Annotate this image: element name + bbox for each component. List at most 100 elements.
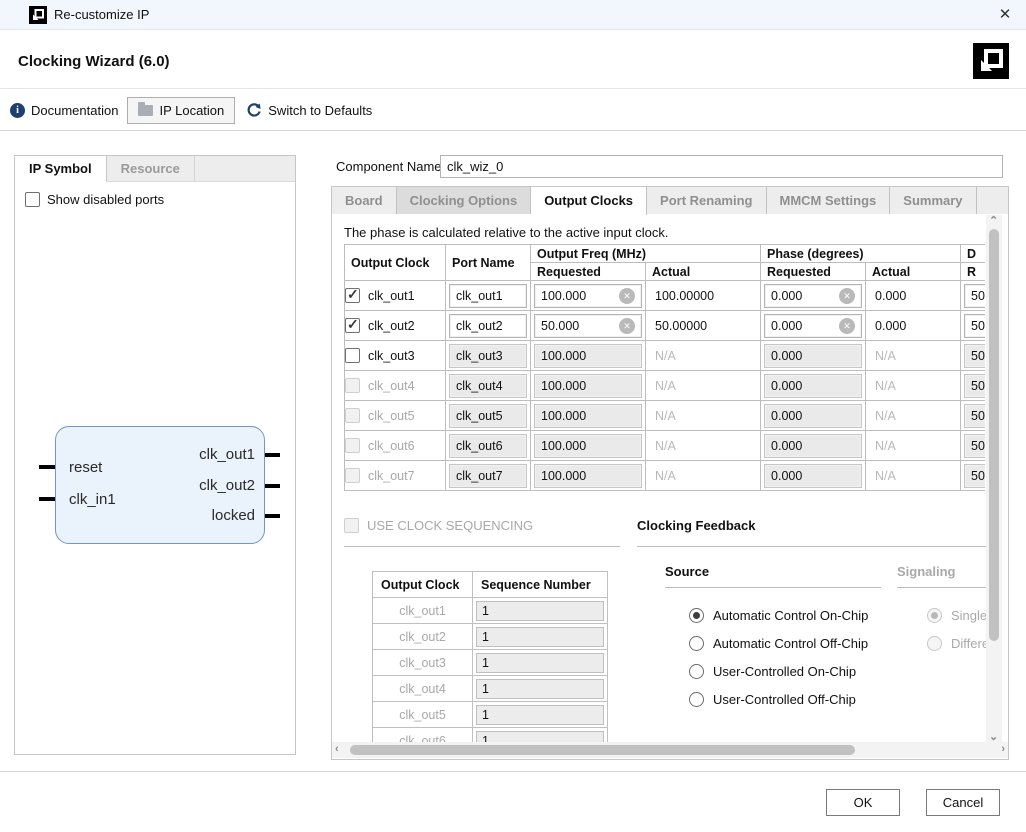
sequence-number-input[interactable]: 1	[476, 705, 604, 725]
output-clock-row: clk_out4 clk_out4 100.000✕ N/A 0.000✕ N/…	[345, 371, 986, 401]
sequence-number-input[interactable]: 1	[476, 627, 604, 647]
enable-clock-checkbox[interactable]	[345, 288, 360, 303]
col-phase: Phase (degrees)	[761, 245, 961, 263]
enable-clock-checkbox[interactable]	[345, 468, 360, 483]
sequence-number-input[interactable]: 1	[476, 653, 604, 673]
output-clock-row: clk_out6 clk_out6 100.000✕ N/A 0.000✕ N/…	[345, 431, 986, 461]
enable-clock-checkbox[interactable]	[345, 438, 360, 453]
feedback-signaling-option[interactable]: Differen	[927, 629, 986, 657]
clk-in1-port-stub	[39, 497, 56, 501]
ip-location-button[interactable]: IP Location	[127, 97, 235, 124]
duty-requested-input[interactable]: 50.000	[964, 374, 985, 398]
main-tab[interactable]: Summary	[890, 187, 976, 214]
info-icon: i	[10, 103, 25, 118]
duty-requested-input[interactable]: 50.000	[964, 404, 985, 428]
checkbox-icon	[25, 192, 40, 207]
port-name-input[interactable]: clk_out7	[449, 464, 527, 488]
main-tab[interactable]: Clocking Options	[397, 187, 532, 214]
phase-requested-input[interactable]: 0.000✕	[764, 284, 862, 308]
sequence-number-input[interactable]: 1	[476, 601, 604, 621]
feedback-source-option[interactable]: User-Controlled Off-Chip	[689, 685, 868, 713]
radio-icon	[927, 608, 942, 623]
freq-requested-input[interactable]: 100.000✕	[534, 344, 642, 368]
clock-name: clk_out7	[368, 469, 415, 483]
clear-icon[interactable]: ✕	[619, 288, 635, 304]
scroll-up-icon[interactable]: ⌃	[989, 214, 998, 227]
vertical-scrollbar[interactable]: ⌃ ⌄	[986, 215, 1002, 743]
enable-clock-checkbox[interactable]	[345, 318, 360, 333]
scroll-right-icon[interactable]: ›	[1001, 743, 1005, 755]
scroll-left-icon[interactable]: ‹	[335, 743, 339, 755]
show-disabled-ports-checkbox[interactable]: Show disabled ports	[25, 192, 164, 207]
documentation-button[interactable]: i Documentation	[10, 103, 118, 118]
freq-actual-value: N/A	[646, 469, 676, 483]
phase-actual-value: N/A	[866, 349, 896, 363]
sequence-number-input[interactable]: 1	[476, 679, 604, 699]
col-duty-requested: R	[961, 263, 985, 281]
port-name-input[interactable]: clk_out3	[449, 344, 527, 368]
component-name-input[interactable]: clk_wiz_0	[440, 155, 1003, 178]
horizontal-scroll-thumb[interactable]	[350, 745, 855, 755]
port-name-input[interactable]: clk_out6	[449, 434, 527, 458]
col-sequence-number: Sequence Number	[473, 572, 608, 598]
use-clock-sequencing-checkbox[interactable]: USE CLOCK SEQUENCING	[344, 518, 620, 547]
left-panel-tab[interactable]: Resource	[107, 156, 195, 181]
clear-icon[interactable]: ✕	[839, 318, 855, 334]
vertical-scroll-thumb[interactable]	[989, 229, 999, 641]
show-disabled-ports-label: Show disabled ports	[47, 192, 164, 207]
enable-clock-checkbox[interactable]	[345, 348, 360, 363]
port-name-input[interactable]: clk_out2	[449, 314, 527, 338]
page-title: Clocking Wizard (6.0)	[18, 53, 170, 70]
freq-requested-input[interactable]: 100.000✕	[534, 284, 642, 308]
freq-requested-input[interactable]: 100.000✕	[534, 464, 642, 488]
phase-requested-input[interactable]: 0.000✕	[764, 374, 862, 398]
close-icon[interactable]: ✕	[994, 4, 1016, 26]
radio-icon	[927, 636, 942, 651]
duty-requested-input[interactable]: 50.000	[964, 344, 985, 368]
phase-requested-input[interactable]: 0.000✕	[764, 404, 862, 428]
freq-requested-input[interactable]: 100.000✕	[534, 404, 642, 428]
freq-actual-value: N/A	[646, 409, 676, 423]
clear-icon[interactable]: ✕	[839, 288, 855, 304]
ok-button[interactable]: OK	[826, 789, 900, 816]
feedback-signaling-option[interactable]: Single-e	[927, 601, 986, 629]
main-tab[interactable]: Output Clocks	[531, 187, 647, 215]
freq-requested-input[interactable]: 50.000✕	[534, 314, 642, 338]
enable-clock-checkbox[interactable]	[345, 408, 360, 423]
cancel-button[interactable]: Cancel	[926, 789, 1000, 816]
freq-requested-input[interactable]: 100.000✕	[534, 374, 642, 398]
duty-requested-input[interactable]: 50.000	[964, 314, 985, 338]
clock-name: clk_out6	[368, 439, 415, 453]
duty-requested-input[interactable]: 50.000	[964, 284, 985, 308]
feedback-source-option[interactable]: User-Controlled On-Chip	[689, 657, 868, 685]
port-name-input[interactable]: clk_out4	[449, 374, 527, 398]
sequence-clock-name: clk_out3	[373, 650, 473, 676]
freq-requested-input[interactable]: 100.000✕	[534, 434, 642, 458]
main-tab[interactable]: Board	[332, 187, 397, 214]
left-panel-tab[interactable]: IP Symbol	[15, 156, 107, 182]
radio-icon	[689, 664, 704, 679]
output-clock-row: clk_out2 clk_out2 50.000✕ 50.00000 0.000…	[345, 311, 986, 341]
port-name-input[interactable]: clk_out5	[449, 404, 527, 428]
clear-icon[interactable]: ✕	[619, 318, 635, 334]
phase-requested-input[interactable]: 0.000✕	[764, 344, 862, 368]
feedback-source-option[interactable]: Automatic Control On-Chip	[689, 601, 868, 629]
sequence-clock-name: clk_out6	[373, 728, 473, 744]
duty-requested-input[interactable]: 50.000	[964, 434, 985, 458]
horizontal-scrollbar[interactable]: ‹ ›	[332, 742, 1008, 758]
col-freq-actual: Actual	[646, 263, 761, 281]
folder-icon	[138, 105, 153, 116]
phase-requested-input[interactable]: 0.000✕	[764, 434, 862, 458]
main-tab[interactable]: MMCM Settings	[767, 187, 891, 214]
main-tab[interactable]: Port Renaming	[647, 187, 766, 214]
enable-clock-checkbox[interactable]	[345, 378, 360, 393]
port-name-input[interactable]: clk_out1	[449, 284, 527, 308]
phase-requested-input[interactable]: 0.000✕	[764, 464, 862, 488]
output-clock-row: clk_out5 clk_out5 100.000✕ N/A 0.000✕ N/…	[345, 401, 986, 431]
input-port-label: reset	[69, 459, 102, 476]
feedback-source-option[interactable]: Automatic Control Off-Chip	[689, 629, 868, 657]
feedback-source-label: Source	[665, 564, 881, 588]
duty-requested-input[interactable]: 50.000	[964, 464, 985, 488]
phase-requested-input[interactable]: 0.000✕	[764, 314, 862, 338]
switch-to-defaults-button[interactable]: Switch to Defaults	[246, 102, 372, 118]
